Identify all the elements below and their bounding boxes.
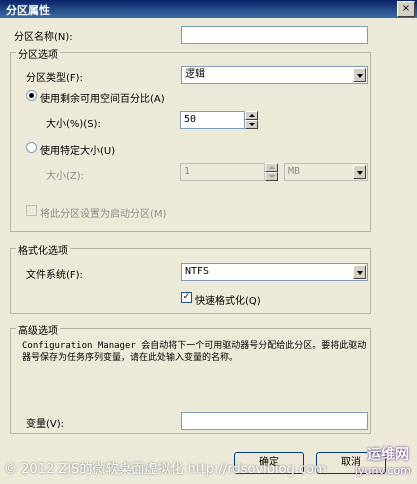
specific-size-radio[interactable] — [26, 142, 37, 153]
close-button[interactable]: × — [397, 1, 415, 17]
partition-name-label: 分区名称(N): — [14, 32, 73, 43]
spin-down-icon[interactable] — [265, 172, 278, 181]
size-label: 大小(Z): — [46, 171, 85, 182]
watermark-text: © 2012 ZJS的微软桌面虚拟化 http://rdsoviblog.com — [4, 462, 327, 477]
partition-properties-dialog: 分区属性 × 分区名称(N): 分区选项 分区类型(F): 逻辑 使用剩余可用空… — [0, 0, 417, 484]
size-input[interactable]: 1 — [180, 163, 265, 181]
partition-type-label: 分区类型(F): — [26, 73, 83, 84]
size-spinner[interactable] — [265, 163, 278, 181]
partition-options-group-label: 分区选项 — [16, 46, 60, 61]
file-system-select[interactable]: NTFS — [181, 263, 368, 281]
variable-input[interactable] — [181, 412, 368, 430]
remaining-space-radio[interactable] — [26, 90, 37, 101]
size-percent-label: 大小(%)(S): — [46, 119, 101, 130]
specific-size-radio-label: 使用特定大小(U) — [40, 146, 116, 157]
size-percent-input[interactable]: 50 — [180, 111, 245, 129]
chevron-down-icon[interactable] — [353, 165, 366, 179]
advanced-description: Configuration Manager 会自动将下一个可用驱动器号分配给此分… — [22, 341, 367, 363]
variable-label: 变量(V): — [26, 419, 65, 430]
file-system-value: NTFS — [185, 266, 210, 277]
title-bar[interactable]: 分区属性 × — [0, 0, 417, 18]
format-options-group-label: 格式化选项 — [16, 242, 70, 257]
size-percent-spinner[interactable] — [245, 111, 258, 129]
boot-partition-checkbox-label: 将此分区设置为启动分区(M) — [40, 209, 167, 220]
chevron-down-icon[interactable] — [353, 265, 366, 279]
window-title: 分区属性 — [6, 4, 50, 17]
watermark-logo-url: iyunv.com — [354, 464, 411, 477]
remaining-space-radio-label: 使用剩余可用空间百分比(A) — [40, 94, 165, 105]
size-unit-select[interactable]: MB — [284, 163, 368, 181]
partition-type-select[interactable]: 逻辑 — [181, 66, 368, 84]
spin-down-icon[interactable] — [245, 120, 258, 129]
chevron-down-icon[interactable] — [353, 68, 366, 82]
partition-name-input[interactable] — [181, 26, 368, 44]
size-unit-value: MB — [288, 166, 301, 177]
format-options-group — [10, 248, 371, 314]
checkmark-icon: ✓ — [182, 292, 191, 302]
boot-partition-checkbox[interactable] — [26, 205, 37, 216]
watermark-logo-text: 运维网 — [367, 447, 409, 463]
spin-up-icon[interactable] — [265, 163, 278, 172]
quick-format-checkbox-label: 快速格式化(Q) — [195, 296, 261, 307]
file-system-label: 文件系统(F): — [26, 270, 83, 281]
quick-format-checkbox[interactable]: ✓ — [181, 292, 192, 303]
partition-type-value: 逻辑 — [185, 69, 205, 80]
advanced-options-group-label: 高级选项 — [16, 322, 60, 337]
spin-up-icon[interactable] — [245, 111, 258, 120]
